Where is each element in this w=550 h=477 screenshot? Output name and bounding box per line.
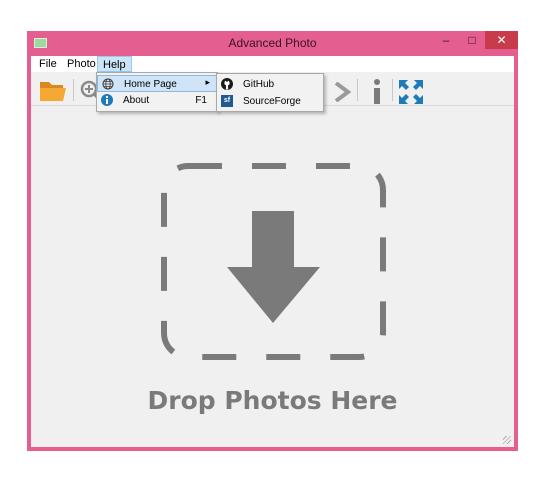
resize-grip[interactable]: [503, 436, 511, 444]
about-shortcut: F1: [195, 95, 207, 106]
sourceforge-label: SourceForge: [243, 96, 301, 107]
folder-open-icon[interactable]: [39, 78, 67, 102]
menu-item-github[interactable]: GitHub: [217, 76, 323, 93]
about-label: About: [123, 95, 150, 106]
help-dropdown-menu: Home Page ▸ About F1: [96, 72, 218, 112]
toolbar-separator: [357, 79, 358, 101]
submenu-arrow-icon: ▸: [205, 77, 210, 87]
github-label: GitHub: [243, 79, 275, 90]
home-page-label: Home Page: [124, 79, 177, 90]
maximize-button[interactable]: □: [459, 31, 485, 49]
info-icon[interactable]: [372, 79, 382, 105]
menu-bar: File Photo Help: [31, 56, 514, 72]
home-page-submenu: GitHub sf SourceForge: [216, 73, 324, 112]
toolbar-separator: [73, 79, 74, 101]
next-arrow-icon[interactable]: [333, 82, 351, 102]
fullscreen-icon[interactable]: [398, 79, 424, 105]
client-area: File Photo Help Drop Photos Here: [31, 56, 514, 447]
menu-file[interactable]: File: [34, 56, 62, 72]
toolbar-separator: [392, 79, 393, 101]
drop-arrow-icon: [161, 163, 386, 360]
menu-help[interactable]: Help: [97, 56, 132, 72]
menu-photo[interactable]: Photo: [62, 56, 101, 72]
globe-icon: [102, 78, 114, 90]
info-icon: [101, 94, 113, 106]
drop-zone[interactable]: Drop Photos Here: [31, 106, 514, 447]
minimize-button[interactable]: –: [433, 31, 459, 49]
github-icon: [221, 78, 233, 90]
menu-item-about[interactable]: About F1: [97, 92, 217, 109]
close-button[interactable]: ✕: [485, 31, 518, 49]
menu-item-home-page[interactable]: Home Page ▸: [97, 75, 217, 92]
sourceforge-icon: sf: [221, 95, 233, 107]
title-bar[interactable]: Advanced Photo – □ ✕: [27, 31, 518, 56]
menu-item-sourceforge[interactable]: sf SourceForge: [217, 93, 323, 110]
drop-photos-label: Drop Photos Here: [147, 386, 398, 415]
